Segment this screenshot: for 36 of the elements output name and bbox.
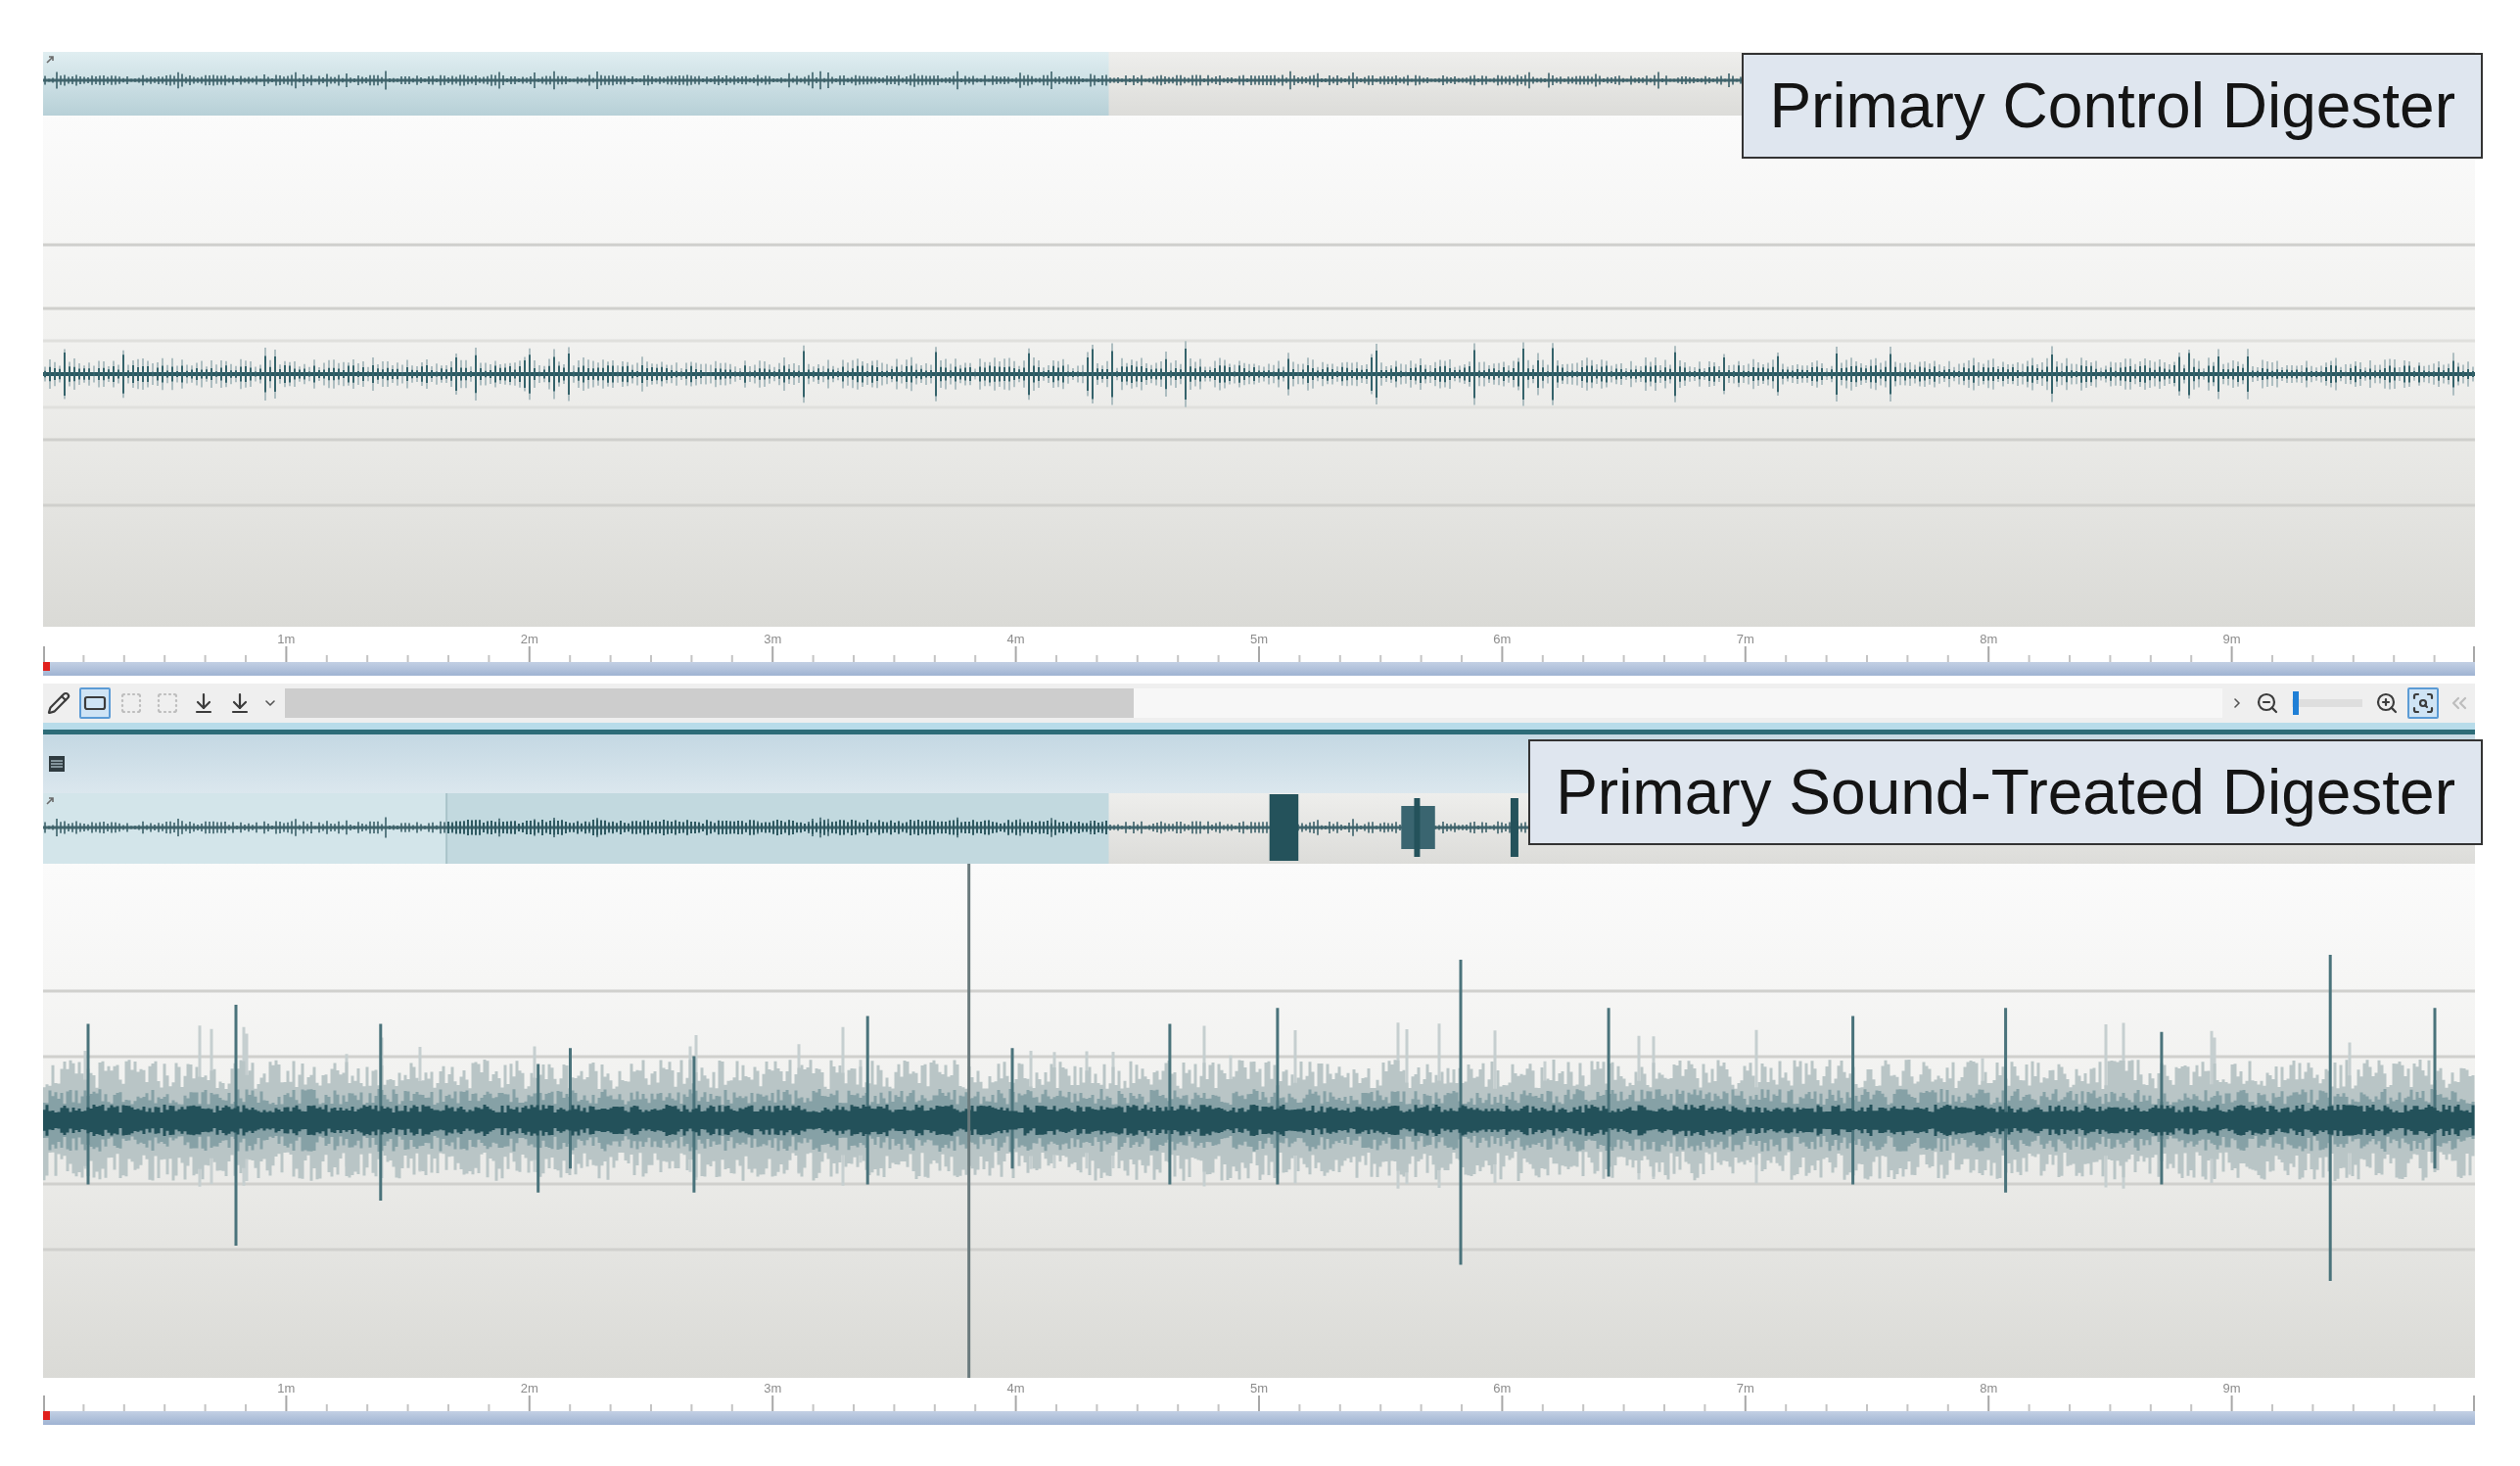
ruler-label: 1m <box>277 632 296 646</box>
ruler-label: 3m <box>764 632 782 646</box>
ruler-label: 2m <box>520 632 538 646</box>
scrollbar-track[interactable] <box>285 688 2222 718</box>
ruler-label: 7m <box>1736 1381 1754 1395</box>
ruler-label: 6m <box>1493 1381 1512 1395</box>
striped-square-icon <box>49 756 65 772</box>
ruler-label: 4m <box>1006 632 1025 646</box>
ruler-label: 8m <box>1980 1381 1998 1395</box>
dashed-square-icon <box>156 691 179 715</box>
arrow-icon <box>46 796 55 805</box>
scrollbar-thumb[interactable] <box>285 688 1134 718</box>
ruler-label: 2m <box>520 1381 538 1395</box>
ruler-label: 7m <box>1736 632 1754 646</box>
ruler-label: 4m <box>1006 1381 1025 1395</box>
ruler-label: 6m <box>1493 632 1512 646</box>
pencil-icon <box>47 691 70 715</box>
ruler-label: 8m <box>1980 632 1998 646</box>
zoom-fit-button[interactable] <box>2407 687 2439 719</box>
zoom-slider-thumb[interactable] <box>2293 691 2300 715</box>
ruler-label: 5m <box>1249 632 1268 646</box>
zoom-out-icon <box>2256 691 2279 715</box>
dashed-square-icon <box>119 691 143 715</box>
ruler-label: 5m <box>1249 1381 1268 1395</box>
zoom-fit-icon <box>2411 691 2435 715</box>
marker-icon <box>43 1411 50 1420</box>
select-tool-button[interactable] <box>79 687 111 719</box>
ruler-label: 3m <box>764 1381 782 1395</box>
marker-icon <box>43 662 50 671</box>
ruler-label: 1m <box>277 1381 296 1395</box>
arrow-icon <box>46 55 55 64</box>
ruler-label: 9m <box>2222 1381 2241 1395</box>
track-caption: Primary Sound-Treated Digester <box>1528 739 2483 845</box>
ruler-label: 9m <box>2222 632 2241 646</box>
track-caption: Primary Control Digester <box>1742 53 2483 159</box>
zoom-in-icon <box>2375 691 2399 715</box>
